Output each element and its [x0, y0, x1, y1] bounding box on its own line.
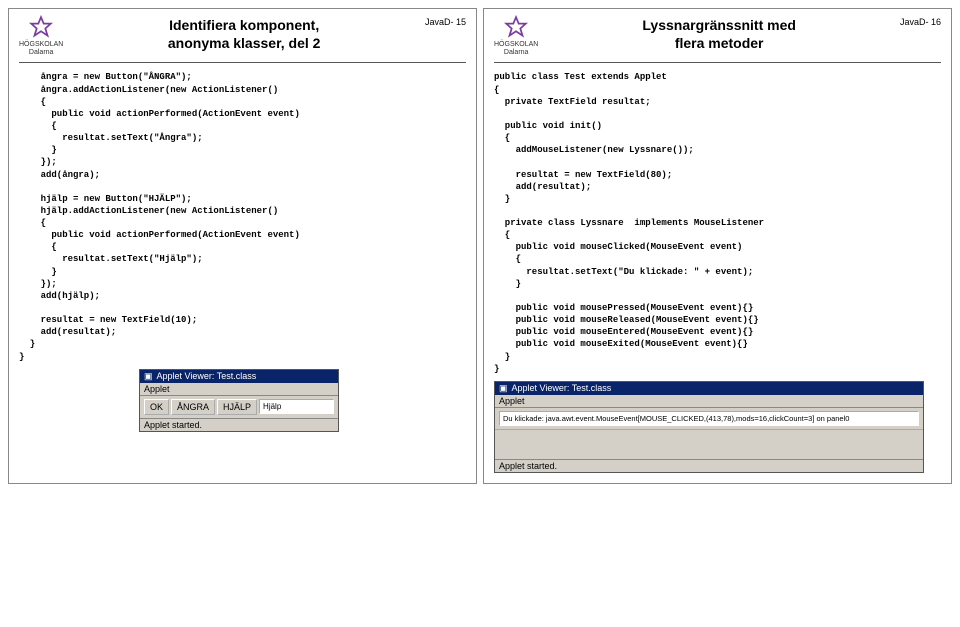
slide-title: Identifiera komponent, anonyma klasser, … — [69, 17, 419, 52]
applet-menubar: Applet — [140, 383, 338, 396]
logo-line1: HÖGSKOLAN — [494, 41, 538, 49]
title-block: Identifiera komponent, anonyma klasser, … — [69, 15, 419, 52]
title-block: Lyssnargränssnitt med flera metoder — [544, 15, 894, 52]
applet-menu-item[interactable]: Applet — [499, 396, 525, 406]
slide-header: HÖGSKOLAN Dalarna Lyssnargränssnitt med … — [494, 15, 941, 56]
slide-right: HÖGSKOLAN Dalarna Lyssnargränssnitt med … — [483, 8, 952, 484]
logo: HÖGSKOLAN Dalarna — [494, 15, 538, 56]
applet-status: Applet started. — [495, 459, 923, 472]
logo-line2: Dalarna — [504, 49, 529, 57]
applet-viewer: ▣ Applet Viewer: Test.class Applet OK ÅN… — [139, 369, 339, 432]
applet-icon: ▣ — [144, 371, 153, 382]
slide-number: JavaD- 16 — [900, 15, 941, 27]
code-block: ångra = new Button("ÅNGRA"); ångra.addAc… — [19, 71, 466, 362]
applet-titlebar: ▣ Applet Viewer: Test.class — [495, 382, 923, 395]
logo-line1: HÖGSKOLAN — [19, 41, 63, 49]
applet-body: OK ÅNGRA HJÄLP Hjälp — [140, 396, 338, 418]
applet-titlebar: ▣ Applet Viewer: Test.class — [140, 370, 338, 383]
applet-title: Applet Viewer: Test.class — [157, 371, 257, 381]
slide-left: HÖGSKOLAN Dalarna Identifiera komponent,… — [8, 8, 477, 484]
hjalp-button[interactable]: HJÄLP — [217, 399, 257, 415]
slides-container: HÖGSKOLAN Dalarna Identifiera komponent,… — [8, 8, 952, 484]
slide-title: Lyssnargränssnitt med flera metoder — [544, 17, 894, 52]
divider — [19, 62, 466, 63]
applet-viewer: ▣ Applet Viewer: Test.class Applet Du kl… — [494, 381, 924, 473]
star-icon — [28, 15, 54, 41]
applet-status: Applet started. — [140, 418, 338, 431]
slide-header: HÖGSKOLAN Dalarna Identifiera komponent,… — [19, 15, 466, 56]
applet-title: Applet Viewer: Test.class — [512, 383, 612, 393]
logo: HÖGSKOLAN Dalarna — [19, 15, 63, 56]
angra-button[interactable]: ÅNGRA — [171, 399, 215, 415]
logo-line2: Dalarna — [29, 49, 54, 57]
applet-empty-area[interactable] — [495, 429, 923, 459]
applet-body: Du klickade: java.awt.event.MouseEvent[M… — [495, 408, 923, 429]
applet-icon: ▣ — [499, 383, 508, 394]
ok-button[interactable]: OK — [144, 399, 169, 415]
applet-menu-item[interactable]: Applet — [144, 384, 170, 394]
code-block: public class Test extends Applet { priva… — [494, 71, 941, 375]
result-field[interactable]: Du klickade: java.awt.event.MouseEvent[M… — [499, 411, 919, 426]
applet-menubar: Applet — [495, 395, 923, 408]
result-field[interactable]: Hjälp — [259, 399, 334, 414]
slide-number: JavaD- 15 — [425, 15, 466, 27]
star-icon — [503, 15, 529, 41]
divider — [494, 62, 941, 63]
